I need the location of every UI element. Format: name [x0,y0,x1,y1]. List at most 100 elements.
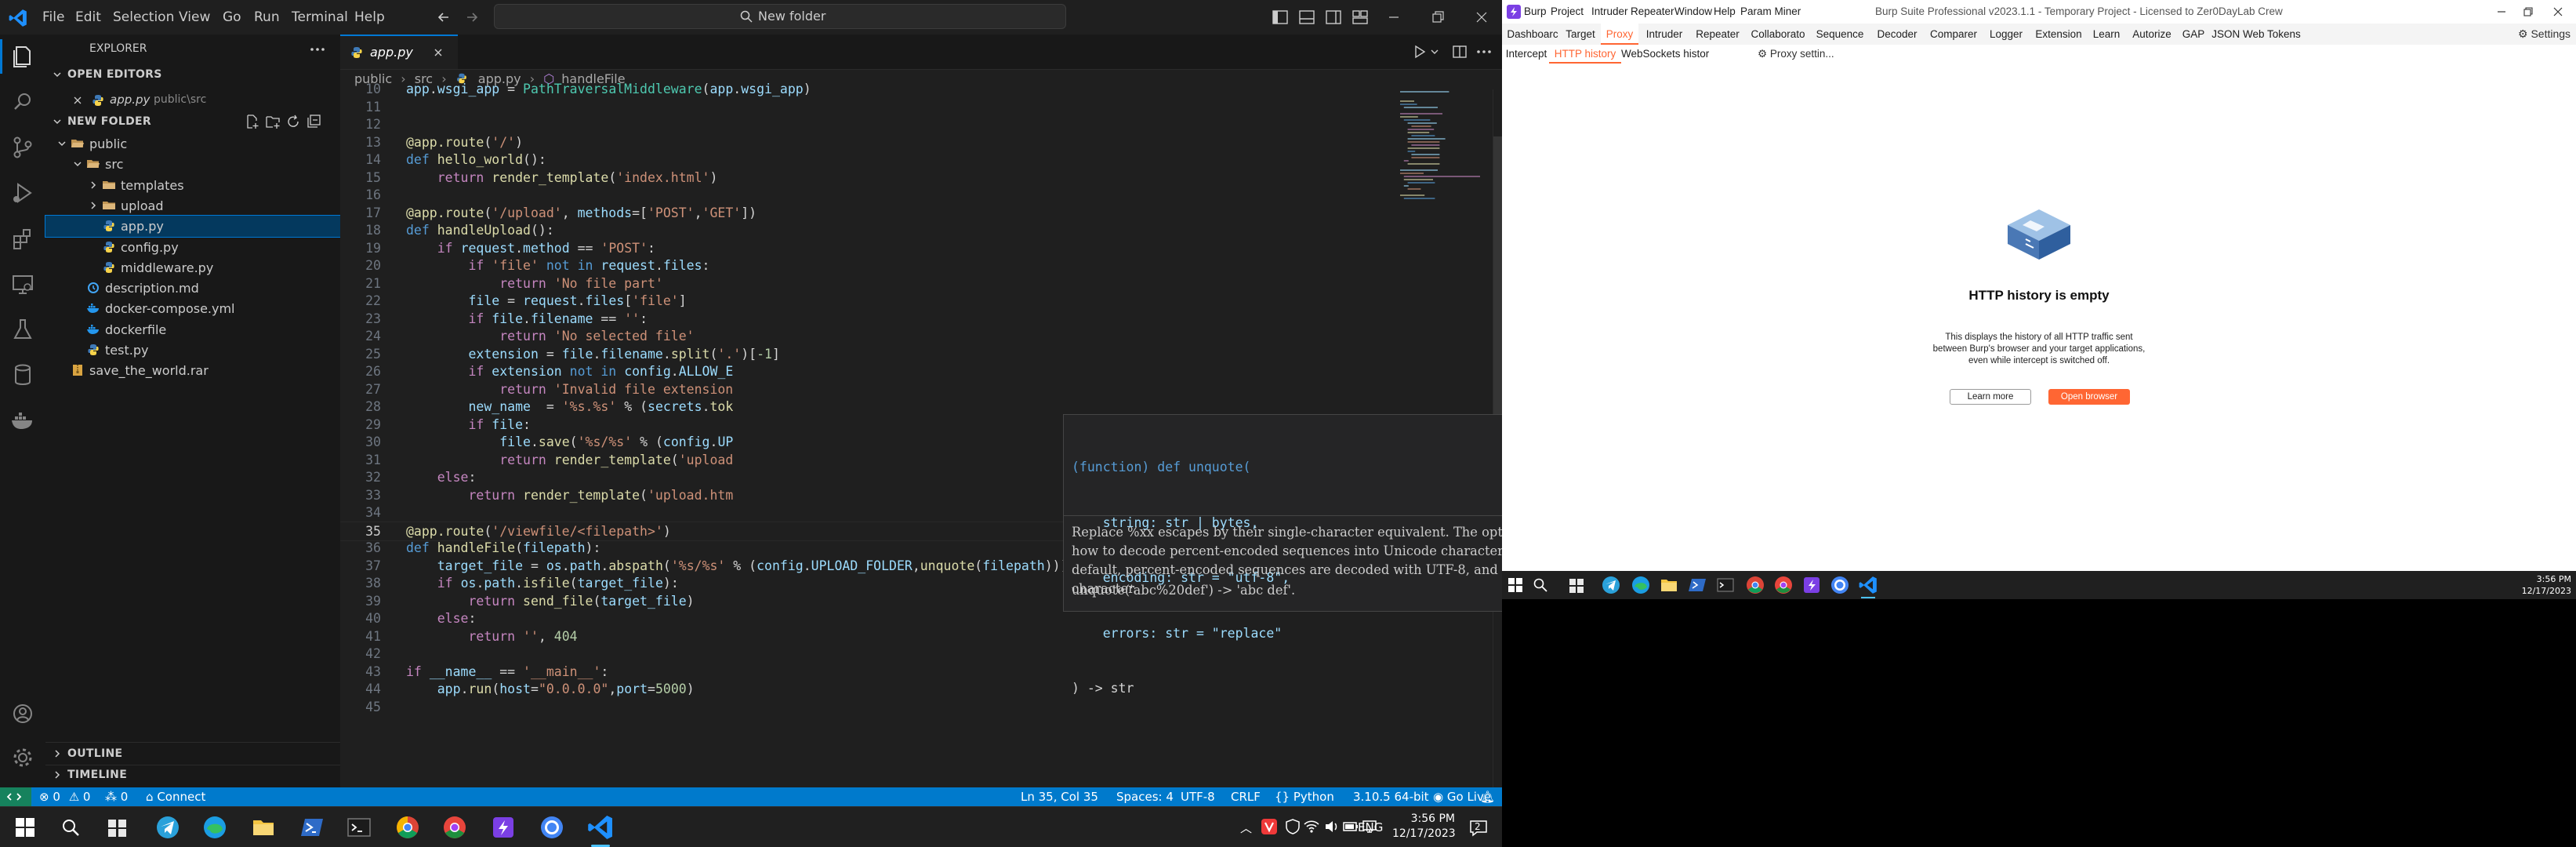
chevron-down-icon[interactable] [52,116,63,127]
burp-tab-collaborato[interactable]: Collaborato [1745,24,1811,45]
customize-layout-icon[interactable] [1351,9,1369,26]
burp-tab-logger[interactable]: Logger [1982,24,2030,45]
burp-tab-repeater[interactable]: Repeater [1690,24,1745,45]
burp-tab-target[interactable]: Target [1560,24,1601,45]
menu-go[interactable]: Go [223,0,241,35]
burp-tab-intruder[interactable]: Intruder [1638,24,1690,45]
tree-item-save-the-world-rar[interactable]: save_the_world.rar [45,360,340,381]
remote-explorer-icon[interactable] [7,268,38,300]
toggle-secondary-sidebar-icon[interactable] [1325,9,1342,26]
outline-header[interactable]: OUTLINE [67,747,122,760]
chevron-down-icon[interactable] [1430,47,1439,56]
tree-item-description-md[interactable]: description.md [45,278,340,299]
source-control-icon[interactable] [7,132,38,163]
remote-indicator[interactable] [0,787,31,806]
search-icon[interactable] [7,86,38,118]
menu-terminal[interactable]: Terminal [292,0,348,35]
terminal-icon[interactable] [345,813,373,842]
burp-tab-autorize[interactable]: Autorize [2126,24,2178,45]
run-python-file-icon[interactable] [1413,45,1427,59]
windows-start-icon[interactable] [11,813,39,842]
restore-icon[interactable] [1430,9,1446,25]
tree-item-src[interactable]: src [45,154,340,175]
close-icon[interactable] [1474,9,1489,25]
menu-selection[interactable]: Selection [113,0,174,35]
settings-gear-icon[interactable] [7,742,38,773]
folder-header[interactable]: NEW FOLDER [67,115,151,128]
search-icon[interactable] [56,813,85,842]
bell-icon[interactable]: 🔔︎ [1480,787,1495,806]
timeline-header[interactable]: TIMELINE [67,769,127,781]
burp-tab-comparer[interactable]: Comparer [1925,24,1982,45]
burp-menu-repeater[interactable]: Repeater [1631,0,1674,24]
burp-tab-proxy[interactable]: Proxy [1601,24,1638,45]
code-line[interactable]: 13 @app.route('/') [340,133,1391,152]
burp-tab-decoder[interactable]: Decoder [1869,24,1925,45]
open-editor-item[interactable]: app.py public\src [45,89,340,111]
chevron-right-icon[interactable] [88,200,99,211]
burp-settings-button[interactable]: ⚙ Settings [2518,24,2571,45]
burp-menu-window[interactable]: Window [1674,0,1712,24]
tree-item-templates[interactable]: templates [45,175,340,196]
code-line[interactable]: 16 [340,186,1391,205]
chevron-right-icon[interactable] [88,180,99,191]
code-line[interactable]: 25 extension = file.filename.split('.')[… [340,345,1391,364]
code-line[interactable]: 11 [340,98,1391,117]
indentation[interactable]: Spaces: 4 [1116,787,1174,806]
tree-item-test-py[interactable]: test.py [45,340,340,361]
explorer-icon[interactable] [7,41,38,72]
chevron-down-icon[interactable] [56,138,67,149]
open-browser-button[interactable]: Open browser [2048,389,2130,405]
tree-item-config-py[interactable]: config.py [45,237,340,258]
notification-center-icon[interactable]: 2 [1468,816,1489,838]
tree-item-dockerfile[interactable]: dockerfile [45,319,340,340]
code-line[interactable]: 19 if request.method == 'POST': [340,239,1391,258]
open-editors-header[interactable]: OPEN EDITORS [67,68,162,81]
close-icon[interactable] [433,47,444,58]
split-editor-icon[interactable] [1452,44,1468,60]
restore-icon[interactable] [2523,6,2534,17]
code-line[interactable]: 17 @app.route('/upload', methods=['POST',… [340,204,1391,223]
run-debug-icon[interactable] [7,177,38,209]
menu-edit[interactable]: Edit [75,0,101,35]
task-view-icon[interactable] [103,813,132,842]
burp-suite-icon[interactable] [1801,575,1822,595]
burp-tab-gap[interactable]: GAP [2178,24,2209,45]
code-line[interactable]: 10 app.wsgi_app = PathTraversalMiddleware… [340,80,1391,99]
new-folder-icon[interactable] [265,114,281,129]
minimize-icon[interactable] [1386,9,1402,25]
code-line[interactable]: 26 if extension not in config.ALLOW_E [340,362,1391,381]
proxy-subtab-websockets-histor[interactable]: WebSockets histor [1621,45,1709,64]
chrome-canary-icon[interactable] [441,813,469,842]
menu-file[interactable]: File [42,0,64,35]
chevron-down-icon[interactable] [52,69,63,80]
edge-icon[interactable] [1631,575,1651,595]
connect-indicator[interactable]: ⌂ Connect [146,787,205,806]
toggle-panel-icon[interactable] [1298,9,1315,26]
clock[interactable]: 3:56 PM 12/17/2023 [2513,573,2571,597]
command-center[interactable]: New folder [494,4,1066,29]
code-line[interactable]: 20 if 'file' not in request.files: [340,256,1391,275]
chevron-right-icon[interactable] [52,748,63,759]
docker-icon[interactable] [7,405,38,436]
tree-item-app-py[interactable]: app.py [45,215,341,238]
keyboard-language[interactable]: ENG [1358,807,1383,847]
burp-tab-sequence[interactable]: Sequence [1811,24,1869,45]
task-view-icon[interactable] [1566,575,1587,595]
menu-run[interactable]: Run [254,0,280,35]
close-icon[interactable] [2552,6,2563,17]
browser-icon[interactable] [538,813,566,842]
clock[interactable]: 3:56 PM 12/17/2023 [1392,812,1456,842]
chevron-down-icon[interactable] [72,158,83,169]
tab-app-py[interactable]: app.py [340,35,458,69]
tree-item-docker-compose-yml[interactable]: docker-compose.yml [45,298,340,319]
forward-arrow-icon[interactable] [464,9,480,25]
python-interpreter[interactable]: 3.10.5 64-bit [1353,787,1429,806]
code-line[interactable]: 15 return render_template('index.html') [340,169,1391,187]
burp-suite-icon[interactable] [489,813,517,842]
extensions-icon[interactable] [7,223,38,254]
tree-item-upload[interactable]: upload [45,195,340,216]
search-icon[interactable] [1530,575,1551,595]
windows-start-icon[interactable] [1505,575,1526,595]
code-line[interactable]: 21 return 'No file part' [340,274,1391,293]
